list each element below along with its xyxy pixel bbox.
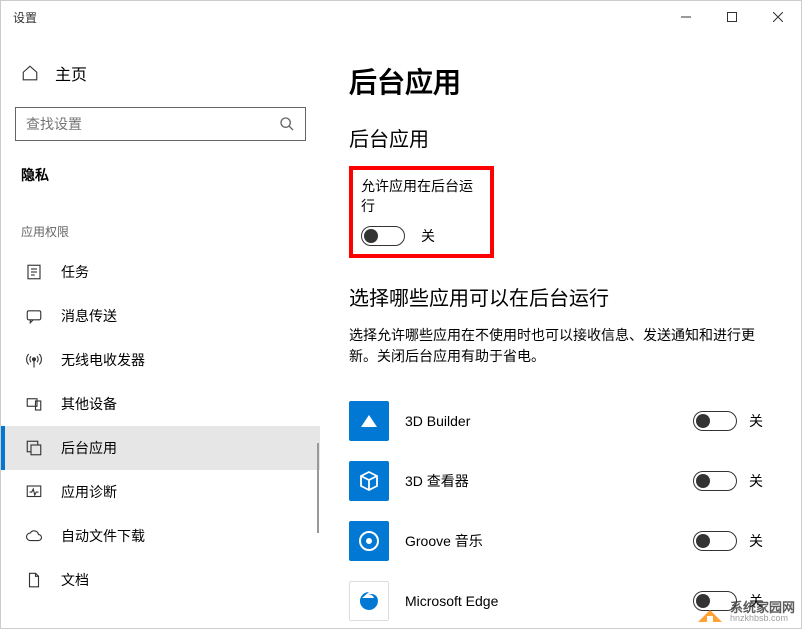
watermark-sub: hnzkhbsb.com [730, 614, 795, 623]
master-toggle-state: 关 [421, 226, 435, 246]
sidebar-item-label: 无线电收发器 [61, 350, 145, 370]
apps-list: 3D Builder 关 3D 查看器 关 Groove 音乐 关 Micros… [349, 391, 773, 628]
app-toggle-state: 关 [749, 531, 763, 551]
sidebar-item-documents[interactable]: 文档 [1, 558, 320, 602]
app-row: 3D 查看器 关 [349, 451, 773, 511]
sidebar-item-label: 消息传送 [61, 306, 117, 326]
cloud-download-icon [25, 527, 43, 545]
background-apps-icon [25, 439, 43, 457]
sidebar-item-diagnostics[interactable]: 应用诊断 [1, 470, 320, 514]
minimize-button[interactable] [663, 1, 709, 33]
sidebar-item-radios[interactable]: 无线电收发器 [1, 338, 320, 382]
app-icon [349, 581, 389, 621]
titlebar: 设置 [1, 1, 801, 33]
diagnostics-icon [25, 483, 43, 501]
home-icon [21, 64, 39, 82]
app-toggle[interactable] [693, 531, 737, 551]
content-area: 后台应用 后台应用 允许应用在后台运行 关 选择哪些应用可以在后台运行 选择允许… [321, 33, 801, 628]
sidebar-item-label: 应用诊断 [61, 482, 117, 502]
devices-icon [25, 395, 43, 413]
sidebar-item-background-apps[interactable]: 后台应用 [1, 426, 320, 470]
page-title: 后台应用 [349, 61, 773, 101]
master-toggle[interactable] [361, 226, 405, 246]
sidebar-item-messaging[interactable]: 消息传送 [1, 294, 320, 338]
tasks-icon [25, 263, 43, 281]
app-icon [349, 521, 389, 561]
app-name: Microsoft Edge [405, 593, 677, 609]
sidebar-section-label: 隐私 [1, 155, 320, 193]
sidebar-item-other-devices[interactable]: 其他设备 [1, 382, 320, 426]
app-toggle[interactable] [693, 411, 737, 431]
window-title: 设置 [13, 9, 37, 26]
sidebar-item-auto-download[interactable]: 自动文件下载 [1, 514, 320, 558]
app-name: 3D Builder [405, 413, 677, 429]
sidebar-subsection-label: 应用权限 [1, 193, 320, 250]
master-toggle-label: 允许应用在后台运行 [361, 176, 482, 216]
sidebar-item-label: 其他设备 [61, 394, 117, 414]
document-icon [25, 571, 43, 589]
sidebar-item-label: 后台应用 [61, 438, 117, 458]
app-name: 3D 查看器 [405, 471, 677, 491]
sidebar: 主页 隐私 应用权限 任务 消息传送 无线电收发器 [1, 33, 321, 628]
watermark: 系统家园网 hnzkhbsb.com [696, 600, 795, 624]
select-apps-title: 选择哪些应用可以在后台运行 [349, 282, 773, 311]
radio-icon [25, 351, 43, 369]
section-title: 后台应用 [349, 123, 773, 152]
app-row: Groove 音乐 关 [349, 511, 773, 571]
watermark-icon [696, 600, 724, 624]
app-name: Groove 音乐 [405, 531, 677, 551]
home-button[interactable]: 主页 [1, 53, 320, 93]
home-label: 主页 [55, 61, 87, 85]
window-controls [663, 1, 801, 33]
search-box[interactable] [15, 107, 306, 141]
app-toggle-state: 关 [749, 411, 763, 431]
message-icon [25, 307, 43, 325]
app-row: 3D Builder 关 [349, 391, 773, 451]
sidebar-item-label: 文档 [61, 570, 89, 590]
app-toggle-state: 关 [749, 471, 763, 491]
app-toggle[interactable] [693, 471, 737, 491]
description-text: 选择允许哪些应用在不使用时也可以接收信息、发送通知和进行更新。关闭后台应用有助于… [349, 325, 769, 367]
app-icon [349, 401, 389, 441]
app-icon [349, 461, 389, 501]
sidebar-item-label: 任务 [61, 262, 89, 282]
sidebar-item-tasks[interactable]: 任务 [1, 250, 320, 294]
close-button[interactable] [755, 1, 801, 33]
search-icon [279, 116, 295, 132]
sidebar-item-label: 自动文件下载 [61, 526, 145, 546]
sidebar-scrollbar[interactable] [317, 443, 319, 533]
maximize-button[interactable] [709, 1, 755, 33]
search-input[interactable] [26, 116, 279, 132]
highlight-box: 允许应用在后台运行 关 [349, 166, 494, 258]
